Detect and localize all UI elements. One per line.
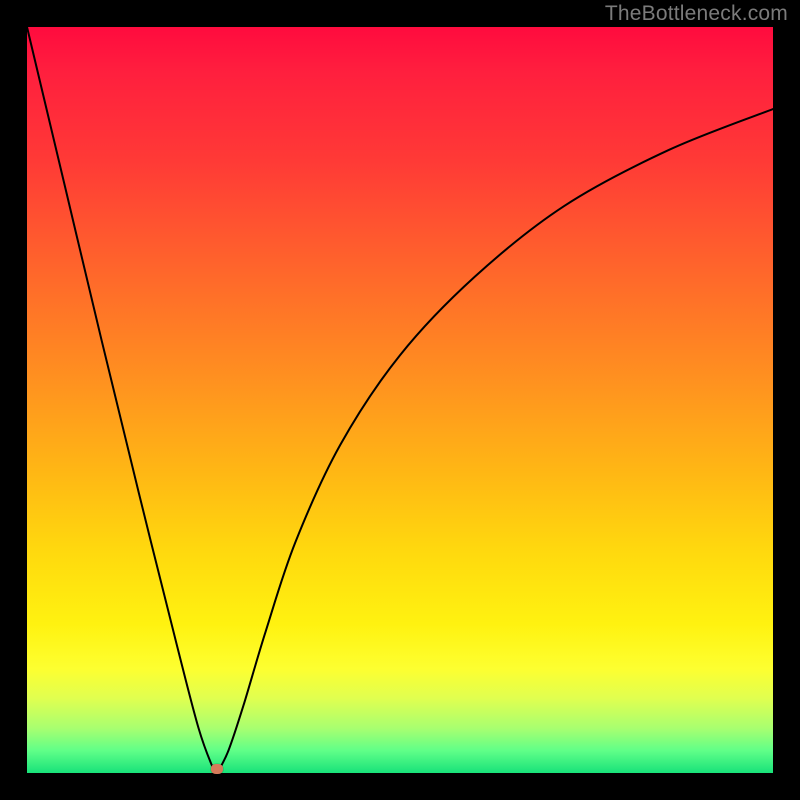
- curve-left-branch: [27, 27, 217, 773]
- bottleneck-curve: [27, 27, 773, 773]
- minimum-marker: [211, 764, 223, 774]
- curve-right-branch: [217, 109, 773, 773]
- chart-frame: TheBottleneck.com: [0, 0, 800, 800]
- attribution-text: TheBottleneck.com: [605, 2, 788, 26]
